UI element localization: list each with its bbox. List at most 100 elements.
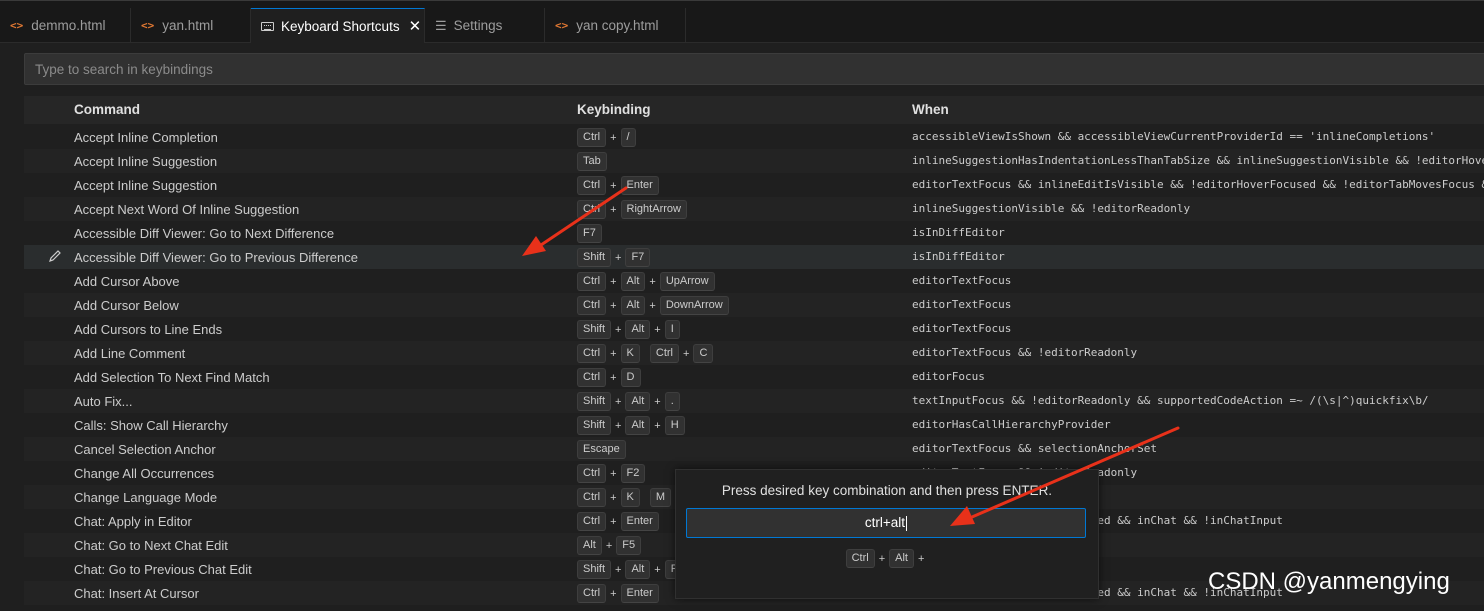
keybinding: Ctrl + K Ctrl + C [577,344,714,363]
key-cap: Alt [625,320,651,339]
key-cap: Alt [625,560,651,579]
keybinding: Shift + Alt +. [577,392,680,411]
column-header-when[interactable]: When [912,102,949,117]
when-clause: editorTextFocus && inlineEditIsVisible &… [912,178,1484,191]
table-row[interactable]: Add Cursors to Line Ends Shift + Alt + Iedito… [24,317,1484,341]
key-cap: Alt [620,272,646,291]
command-name: Change All Occurrences [74,466,215,481]
command-name: Chat: Go to Previous Chat Edit [74,562,252,577]
key-cap: Shift [577,248,612,267]
command-name: Accessible Diff Viewer: Go to Previous D… [74,250,358,265]
tab-label: Settings [453,18,503,33]
when-clause: editorTextFocus [912,322,1012,335]
settings-icon: ☰ [435,17,447,33]
key-cap: Ctrl [649,344,679,363]
table-row[interactable]: Accept Inline Completion Ctrl + / accessible… [24,125,1484,149]
table-row[interactable]: Add Cursor Below Ctrl + Alt + DownArrow editor… [24,293,1484,317]
key-cap: C [693,344,714,363]
table-row[interactable]: Add Cursor Above Ctrl + Alt + UpArrow editorTe… [24,269,1484,293]
keybinding-capture-input[interactable]: ctrl+alt [686,508,1086,538]
key-plus-separator: + [610,371,617,384]
html-file-icon: <> [555,19,569,32]
keybindings-search-box[interactable] [24,53,1484,85]
command-name: Cancel Selection Anchor [74,442,216,457]
keybinding: Alt + F5 [577,536,642,555]
column-header-command[interactable]: Command [74,102,140,117]
key-cap: Ctrl [577,296,607,315]
key-cap: K [620,488,640,507]
table-row[interactable]: Accept Inline Suggestion Tab inlineSuggest… [24,149,1484,173]
key-cap: Alt [625,416,651,435]
tab-label: yan copy.html [576,18,659,33]
column-header-keybinding[interactable]: Keybinding [577,102,651,117]
table-row[interactable]: Accept Next Word Of Inline Suggestion Ctr… [24,197,1484,221]
key-cap: F2 [620,464,646,483]
key-cap: Enter [620,584,659,603]
key-plus-separator: + [878,552,886,565]
close-icon[interactable]: ✕ [409,17,422,35]
when-clause: editorTextFocus [912,274,1012,287]
key-cap: UpArrow [659,272,715,291]
key-cap: . [664,392,680,411]
key-cap: Ctrl [577,272,607,291]
when-clause: editorHasCallHierarchyProvider [912,418,1111,431]
keybinding: Ctrl + Alt + UpArrow [577,272,715,291]
key-plus-separator: + [917,552,925,565]
key-cap: Ctrl [845,549,875,568]
key-cap: Ctrl [577,128,607,147]
key-cap: K [620,344,640,363]
when-clause: textInputFocus && !editorReadonly && sup… [912,394,1429,407]
key-cap: / [620,128,636,147]
keybinding: Ctrl + Alt + DownArrow [577,296,729,315]
captured-key-chords: Ctrl + Alt + [676,549,1098,568]
key-cap: Alt [889,549,914,568]
key-cap: Tab [577,152,607,171]
command-name: Accept Next Word Of Inline Suggestion [74,202,300,217]
captured-keys-text: ctrl+alt [864,515,906,530]
command-name: Chat: Insert At Cursor [74,586,199,601]
text-cursor [906,515,908,531]
keybindings-search-input[interactable] [25,54,1484,84]
key-cap: Shift [577,560,612,579]
tab-1[interactable]: <> yan.html [131,8,251,43]
key-plus-separator: + [654,419,661,432]
keybindings-table-header: Command Keybinding When [24,96,1484,124]
keybinding: Shift + Alt + H [577,416,685,435]
key-plus-separator: + [615,323,622,336]
key-cap: Enter [620,176,659,195]
keybinding: Shift+Alt+F5 [577,560,690,579]
table-row[interactable]: Add Selection To Next Find Match Ctrl + Ded… [24,365,1484,389]
key-cap: Ctrl [577,344,607,363]
table-row[interactable]: Cancel Selection Anchor Escape editorTextF… [24,437,1484,461]
key-plus-separator: + [610,299,617,312]
tab-3[interactable]: ☰ Settings [425,8,545,43]
table-row[interactable]: Accessible Diff Viewer: Go to Previous D… [24,245,1484,269]
command-name: Add Selection To Next Find Match [74,370,270,385]
pencil-edit-icon[interactable] [48,249,62,266]
tab-4[interactable]: <> yan copy.html [545,8,686,43]
when-clause: isInDiffEditor [912,226,1005,239]
table-row[interactable]: Accessible Diff Viewer: Go to Next Diffe… [24,221,1484,245]
table-row[interactable]: Add Line Comment Ctrl + K Ctrl + CeditorTextFo… [24,341,1484,365]
command-name: Auto Fix... [74,394,133,409]
key-plus-separator: + [615,419,622,432]
table-row[interactable]: Auto Fix... Shift + Alt +. textInputFocus && … [24,389,1484,413]
key-plus-separator: + [654,395,661,408]
command-name: Accessible Diff Viewer: Go to Next Diffe… [74,226,335,241]
tab-2[interactable]: Keyboard Shortcuts ✕ [251,8,425,43]
key-cap: Ctrl [577,584,607,603]
key-plus-separator: + [610,131,617,144]
key-cap: Shift [577,416,612,435]
key-plus-separator: + [649,275,656,288]
when-clause: editorTextFocus && selectionAnchorSet [912,442,1158,455]
key-plus-separator: + [654,563,661,576]
table-row[interactable]: Accept Inline Suggestion Ctrl + Enter editor… [24,173,1484,197]
key-plus-separator: + [615,251,622,264]
key-cap: Ctrl [577,368,607,387]
key-cap: Ctrl [577,488,607,507]
table-row[interactable]: Calls: Show Call Hierarchy Shift + Alt + Hedi… [24,413,1484,437]
command-name: Change Language Mode [74,490,218,505]
define-keybinding-dialog: Press desired key combination and then p… [675,469,1099,599]
tab-0[interactable]: <> demmo.html [0,8,131,43]
command-name: Add Cursors to Line Ends [74,322,223,337]
